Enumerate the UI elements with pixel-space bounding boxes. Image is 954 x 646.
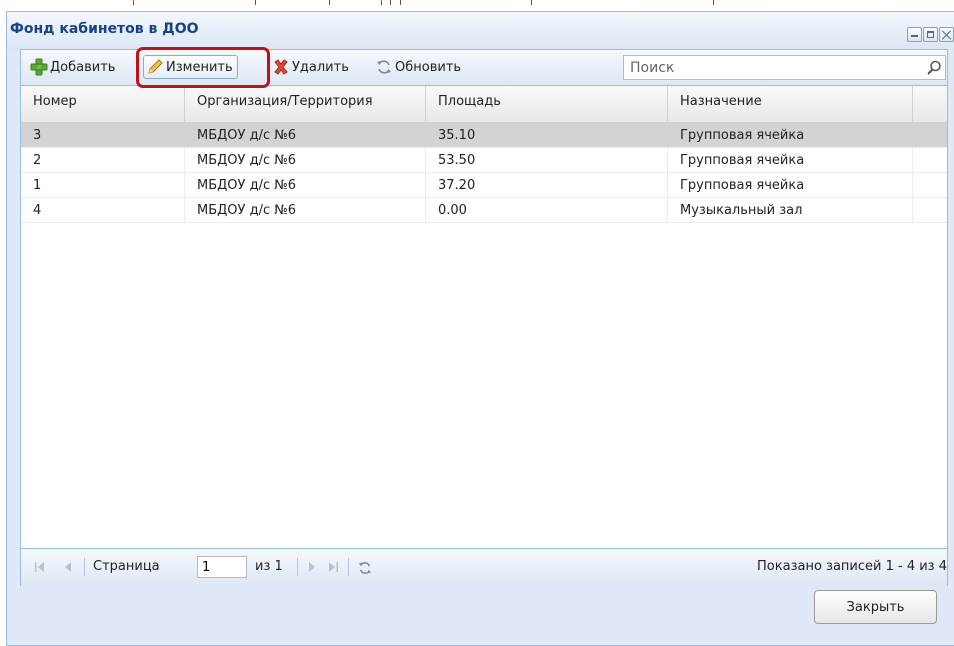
maximize-icon[interactable] bbox=[923, 27, 938, 42]
column-header-area[interactable]: Площадь bbox=[426, 86, 668, 122]
cell-organization: МБДОУ д/с №6 bbox=[185, 173, 426, 197]
refresh-button-label: Обновить bbox=[395, 59, 462, 75]
pager-separator bbox=[84, 558, 85, 576]
cell-area: 0.00 bbox=[426, 198, 668, 222]
cell-organization: МБДОУ д/с №6 bbox=[185, 123, 426, 147]
page-count-label: из 1 bbox=[255, 559, 283, 574]
first-page-icon[interactable] bbox=[33, 560, 47, 574]
pager-separator bbox=[297, 558, 298, 576]
window-controls bbox=[907, 27, 954, 42]
cell-organization: МБДОУ д/с №6 bbox=[185, 148, 426, 172]
minimize-icon[interactable] bbox=[907, 27, 922, 42]
column-header-number[interactable]: Номер bbox=[21, 86, 185, 122]
page-label: Страница bbox=[93, 559, 160, 574]
paging-toolbar: Страница из 1 Показано записей 1 - 4 из … bbox=[21, 548, 947, 586]
records-summary: Показано записей 1 - 4 из 4 bbox=[757, 559, 947, 574]
table-row[interactable]: 1 МБДОУ д/с №6 37.20 Групповая ячейка bbox=[21, 173, 947, 198]
column-header-purpose[interactable]: Назначение bbox=[668, 86, 913, 122]
cell-area: 53.50 bbox=[426, 148, 668, 172]
refresh-button[interactable]: Обновить bbox=[375, 55, 461, 79]
add-button-label: Добавить bbox=[50, 59, 116, 75]
window-titlebar[interactable]: Фонд кабинетов в ДОО bbox=[7, 12, 954, 50]
delete-icon bbox=[272, 58, 290, 76]
plus-icon bbox=[30, 58, 48, 76]
pager-separator bbox=[348, 558, 349, 576]
grid-body: 3 МБДОУ д/с №6 35.10 Групповая ячейка 2 … bbox=[21, 123, 947, 223]
top-edge-ticks bbox=[0, 0, 954, 6]
last-page-icon[interactable] bbox=[326, 560, 340, 574]
toolbar: Добавить Изменить Удалить Обновить bbox=[21, 47, 947, 88]
table-row[interactable]: 4 МБДОУ д/с №6 0.00 Музыкальный зал bbox=[21, 198, 947, 223]
close-button[interactable]: Закрыть bbox=[814, 590, 937, 624]
add-button[interactable]: Добавить bbox=[30, 55, 115, 79]
search-box bbox=[623, 55, 946, 80]
cell-number: 3 bbox=[21, 123, 185, 147]
cell-purpose: Групповая ячейка bbox=[668, 123, 913, 147]
grid-panel: Добавить Изменить Удалить Обновить Поиск… bbox=[20, 47, 948, 586]
delete-button-label: Удалить bbox=[292, 59, 349, 75]
window-title: Фонд кабинетов в ДОО bbox=[10, 21, 199, 37]
cell-purpose: Музыкальный зал bbox=[668, 198, 913, 222]
prev-page-icon[interactable] bbox=[61, 560, 75, 574]
close-window-icon[interactable] bbox=[939, 27, 954, 42]
column-header-organization[interactable]: Организация/Территория bbox=[185, 86, 426, 122]
cell-area: 35.10 bbox=[426, 123, 668, 147]
cell-number: 2 bbox=[21, 148, 185, 172]
page-number-input[interactable] bbox=[197, 556, 247, 578]
cell-purpose: Групповая ячейка bbox=[668, 148, 913, 172]
table-row[interactable]: 3 МБДОУ д/с №6 35.10 Групповая ячейка bbox=[21, 123, 947, 148]
cell-organization: МБДОУ д/с №6 bbox=[185, 198, 426, 222]
cell-purpose: Групповая ячейка bbox=[668, 173, 913, 197]
cell-number: 1 bbox=[21, 173, 185, 197]
refresh-icon[interactable] bbox=[357, 560, 372, 574]
table-row[interactable]: 2 МБДОУ д/с №6 53.50 Групповая ячейка bbox=[21, 148, 947, 173]
cell-area: 37.20 bbox=[426, 173, 668, 197]
edit-highlight-box bbox=[136, 47, 270, 88]
search-input[interactable] bbox=[624, 56, 914, 79]
grid-header: Номер Организация/Территория Площадь Наз… bbox=[21, 86, 947, 123]
next-page-icon[interactable] bbox=[305, 560, 319, 574]
cell-number: 4 bbox=[21, 198, 185, 222]
refresh-icon bbox=[375, 58, 393, 76]
search-icon[interactable] bbox=[925, 59, 943, 77]
delete-button[interactable]: Удалить bbox=[272, 55, 349, 79]
